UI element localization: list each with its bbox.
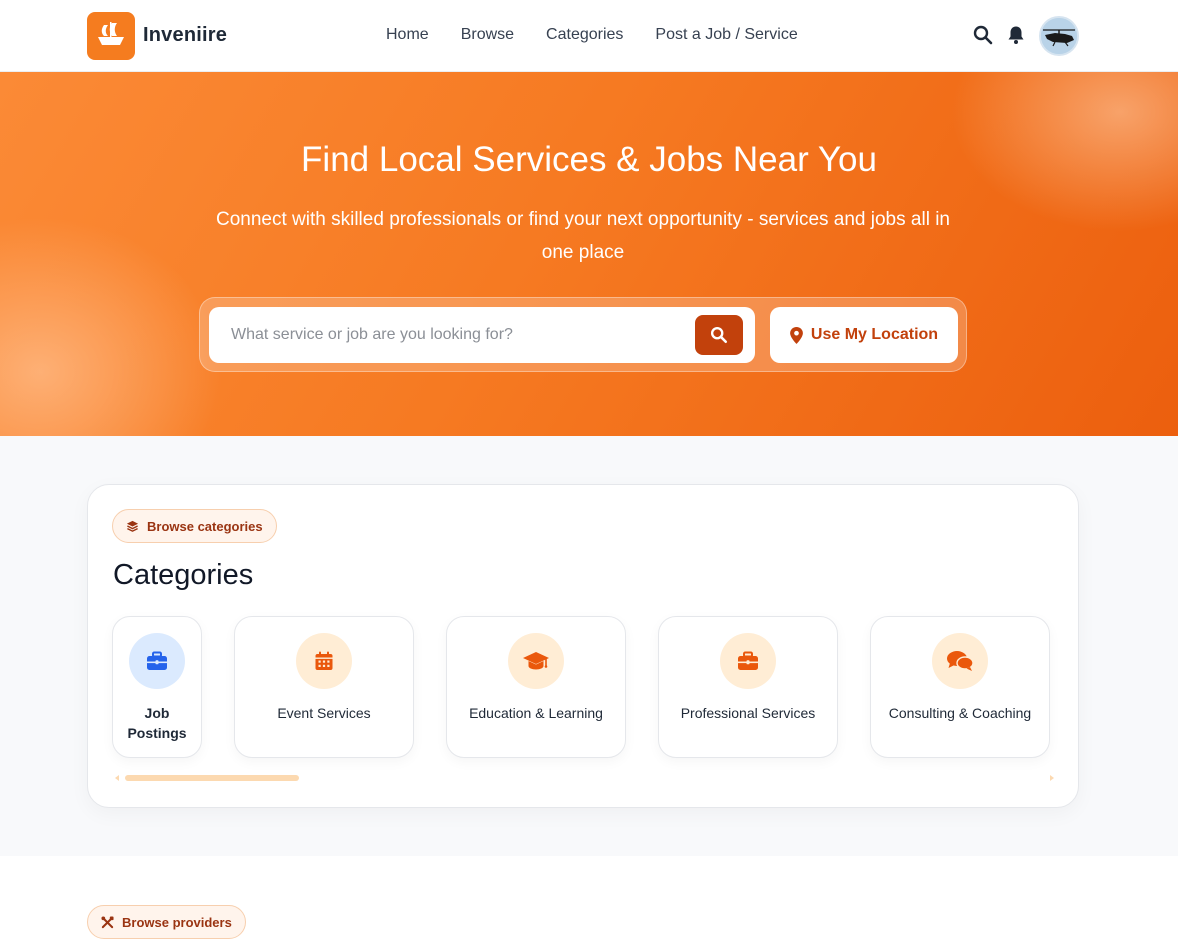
category-label: Job Postings <box>127 705 187 741</box>
graduation-cap-icon <box>508 633 564 689</box>
tools-icon <box>101 915 114 928</box>
search-icon <box>710 326 728 344</box>
search-bar-container: Use My Location <box>199 297 967 372</box>
category-tile-event-services[interactable]: Event Services <box>234 616 414 758</box>
category-tile-job-postings[interactable]: Job Postings <box>112 616 202 758</box>
scrollbar-thumb[interactable] <box>125 775 299 781</box>
search-box <box>209 307 755 363</box>
top-navbar: Inveniire Home Browse Categories Post a … <box>0 0 1178 72</box>
categories-section: Browse categories Categories Job Posting… <box>0 436 1178 856</box>
nav-post-job-service[interactable]: Post a Job / Service <box>655 26 797 44</box>
hero-title: Find Local Services & Jobs Near You <box>301 140 877 179</box>
bell-icon[interactable] <box>1005 24 1027 46</box>
browse-providers-label: Browse providers <box>122 914 232 930</box>
nav-browse[interactable]: Browse <box>461 26 514 44</box>
scroll-left-arrow[interactable] <box>113 774 121 782</box>
use-my-location-label: Use My Location <box>810 326 939 343</box>
category-label: Education & Learning <box>469 705 603 721</box>
hero-subtitle: Connect with skilled professionals or fi… <box>216 209 950 263</box>
categories-heading: Categories <box>113 559 254 591</box>
hero-banner: Find Local Services & Jobs Near You Conn… <box>0 72 1178 436</box>
nav-categories[interactable]: Categories <box>546 26 623 44</box>
search-icon[interactable] <box>972 24 994 46</box>
category-label: Professional Services <box>680 705 816 721</box>
search-input[interactable] <box>231 307 691 363</box>
browse-providers-badge: Browse providers <box>87 905 246 939</box>
calendar-icon <box>296 633 352 689</box>
category-tile-professional-services[interactable]: Professional Services <box>658 616 838 758</box>
category-tile-education-learning[interactable]: Education & Learning <box>446 616 626 758</box>
user-avatar[interactable] <box>1039 16 1079 56</box>
category-label: Event Services <box>277 705 371 721</box>
brand-name[interactable]: Inveniire <box>143 24 227 47</box>
use-my-location-button[interactable]: Use My Location <box>770 307 958 363</box>
scroll-right-arrow[interactable] <box>1047 774 1055 782</box>
main-nav: Home Browse Categories Post a Job / Serv… <box>386 26 798 44</box>
categories-card: Browse categories Categories Job Posting… <box>87 484 1079 808</box>
comments-icon <box>932 633 988 689</box>
category-tile-consulting-coaching[interactable]: Consulting & Coaching <box>870 616 1050 758</box>
category-label: Consulting & Coaching <box>888 705 1032 721</box>
browse-categories-badge: Browse categories <box>112 509 277 543</box>
briefcase-icon <box>129 633 185 689</box>
browse-categories-label: Browse categories <box>147 518 263 534</box>
nav-home[interactable]: Home <box>386 26 429 44</box>
map-pin-icon <box>790 326 803 344</box>
logo-icon[interactable] <box>87 12 135 60</box>
briefcase-icon <box>720 633 776 689</box>
providers-section: Browse providers <box>0 856 1178 942</box>
search-button[interactable] <box>695 315 743 355</box>
categories-scrollbar[interactable] <box>113 774 1055 782</box>
layers-icon <box>126 520 139 532</box>
